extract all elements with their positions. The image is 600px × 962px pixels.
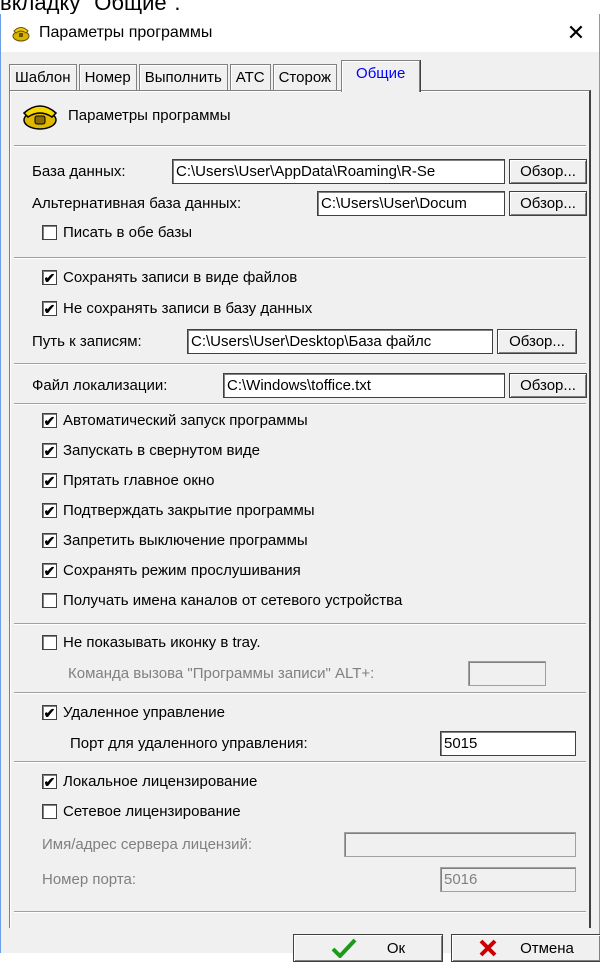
ok-button-label: Ок: [386, 939, 406, 957]
tray-label: Не показывать иконку в tray.: [63, 634, 261, 651]
tab-execute[interactable]: Выполнить: [138, 64, 228, 90]
hotkey-label: Команда вызова "Программы записи" ALT+:: [68, 665, 375, 682]
cancel-button[interactable]: Отмена: [451, 934, 600, 962]
checkbox-box: ✔: [42, 532, 57, 549]
tab-general[interactable]: Общие: [341, 60, 421, 92]
network-license-label: Сетевое лицензирование: [63, 803, 241, 820]
option-label: Сохранять режим прослушивания: [63, 562, 301, 579]
general-tab-panel: Параметры программы База данных: C:\User…: [9, 90, 591, 928]
option-minimized-checkbox[interactable]: ✔ Запускать в свернутом виде: [42, 442, 260, 459]
license-server-label: Имя/адрес сервера лицензий:: [42, 836, 252, 853]
tab-strip: Шаблон Номер Выполнить АТС Сторож Общие: [9, 60, 422, 92]
checkbox-box: ✔: [42, 472, 57, 489]
separator: [14, 363, 586, 365]
checkmark-icon: [331, 938, 357, 958]
local-license-label: Локальное лицензирование: [63, 773, 258, 790]
license-port-field[interactable]: 5016: [440, 867, 576, 892]
phone-app-icon: [12, 27, 30, 42]
network-license-checkbox[interactable]: Сетевое лицензирование: [42, 803, 241, 820]
option-label: Запретить выключение программы: [63, 532, 308, 549]
remote-port-field[interactable]: 5015: [440, 731, 576, 756]
save-files-label: Сохранять записи в виде файлов: [63, 269, 298, 286]
records-path-field[interactable]: C:\Users\User\Desktop\База файлс: [187, 329, 493, 354]
cross-icon: [479, 939, 497, 957]
option-label: Получать имена каналов от сетевого устро…: [63, 592, 403, 609]
dialog-button-bar: Ок Отмена: [1, 932, 600, 962]
close-button[interactable]: ✕: [553, 14, 599, 52]
remote-control-label: Удаленное управление: [63, 704, 225, 721]
option-label: Автоматический запуск программы: [63, 412, 308, 429]
remote-port-label: Порт для удаленного управления:: [70, 735, 308, 752]
checkbox-box: ✔: [42, 442, 57, 459]
tab-template[interactable]: Шаблон: [9, 64, 77, 90]
separator: [14, 623, 586, 625]
separator: [14, 145, 586, 147]
checkbox-box: ✔: [42, 562, 57, 579]
db-browse-button[interactable]: Обзор...: [509, 159, 587, 184]
license-server-field[interactable]: [344, 832, 576, 857]
separator: [14, 692, 586, 694]
panel-header-label: Параметры программы: [68, 106, 231, 124]
option-confirm-close-checkbox[interactable]: ✔ Подтверждать закрытие программы: [42, 502, 315, 519]
checkbox-box: [42, 225, 57, 240]
option-hide-main-checkbox[interactable]: ✔ Прятать главное окно: [42, 472, 215, 489]
no-save-db-checkbox[interactable]: ✔ Не сохранять записи в базу данных: [42, 300, 312, 317]
write-both-label: Писать в обе базы: [63, 224, 193, 241]
option-label: Прятать главное окно: [63, 472, 215, 489]
close-icon: ✕: [566, 20, 586, 45]
save-files-checkbox[interactable]: ✔ Сохранять записи в виде файлов: [42, 269, 297, 286]
phone-icon: [22, 105, 58, 130]
remote-control-checkbox[interactable]: ✔ Удаленное управление: [42, 704, 225, 721]
hotkey-field[interactable]: [468, 661, 546, 686]
checkbox-box: ✔: [42, 269, 57, 286]
db-path-field[interactable]: C:\Users\User\AppData\Roaming\R-Se: [172, 159, 505, 184]
option-channel-names-checkbox[interactable]: Получать имена каналов от сетевого устро…: [42, 592, 402, 609]
window-title: Параметры программы: [39, 24, 213, 41]
option-autostart-checkbox[interactable]: ✔ Автоматический запуск программы: [42, 412, 308, 429]
locale-file-field[interactable]: C:\Windows\toffice.txt: [223, 373, 505, 398]
checkbox-box: ✔: [42, 773, 57, 790]
option-label: Подтверждать закрытие программы: [63, 502, 315, 519]
tray-checkbox[interactable]: Не показывать иконку в tray.: [42, 634, 261, 651]
locale-browse-button[interactable]: Обзор...: [509, 373, 587, 398]
cancel-button-label: Отмена: [520, 939, 574, 957]
alt-db-browse-button[interactable]: Обзор...: [509, 191, 587, 216]
local-license-checkbox[interactable]: ✔ Локальное лицензирование: [42, 773, 257, 790]
option-save-listen-checkbox[interactable]: ✔ Сохранять режим прослушивания: [42, 562, 301, 579]
alt-db-path-field[interactable]: C:\Users\User\Docum: [317, 191, 505, 216]
checkbox-box: ✔: [42, 300, 57, 317]
no-save-db-label: Не сохранять записи в базу данных: [63, 300, 313, 317]
records-path-label: Путь к записям:: [32, 333, 142, 350]
option-prevent-shutdown-checkbox[interactable]: ✔ Запретить выключение программы: [42, 532, 308, 549]
separator: [14, 403, 586, 405]
settings-dialog: Параметры программы ✕ Шаблон Номер Выпол…: [0, 14, 600, 962]
locale-file-label: Файл локализации:: [32, 377, 168, 394]
ok-button[interactable]: Ок: [293, 934, 443, 962]
records-browse-button[interactable]: Обзор...: [497, 329, 577, 354]
checkbox-box: ✔: [42, 412, 57, 429]
license-port-label: Номер порта:: [42, 871, 137, 888]
tab-watchdog[interactable]: Сторож: [272, 64, 338, 90]
db-label: База данных:: [32, 163, 126, 180]
checkbox-box: ✔: [42, 704, 57, 721]
checkbox-box: [42, 635, 57, 650]
alt-db-label: Альтернативная база данных:: [32, 195, 242, 212]
panel-header: Параметры программы: [20, 99, 231, 131]
checkbox-box: ✔: [42, 502, 57, 519]
title-bar: Параметры программы ✕: [1, 14, 599, 52]
write-both-checkbox[interactable]: Писать в обе базы: [42, 224, 192, 241]
separator: [14, 761, 586, 763]
option-label: Запускать в свернутом виде: [63, 442, 260, 459]
tab-number[interactable]: Номер: [78, 64, 137, 90]
separator: [14, 911, 586, 913]
checkbox-box: [42, 804, 57, 819]
separator: [14, 257, 586, 259]
tab-pbx[interactable]: АТС: [229, 64, 271, 90]
checkbox-box: [42, 593, 57, 608]
